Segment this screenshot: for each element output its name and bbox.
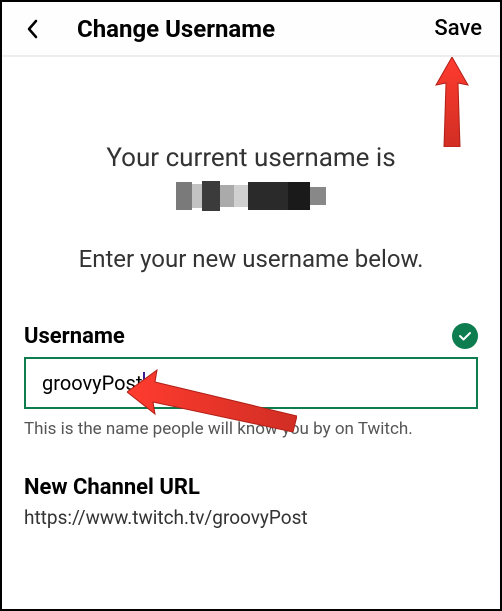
instruction-text: Enter your new username below.	[24, 245, 478, 273]
username-input[interactable]: groovyPost	[24, 357, 478, 409]
back-button[interactable]	[20, 17, 44, 41]
new-url-label: New Channel URL	[24, 475, 478, 500]
content-area: Your current username is Enter your new …	[2, 143, 500, 529]
annotation-arrow-save	[432, 57, 472, 147]
header-bar: Change Username Save	[2, 2, 500, 57]
new-url-value: https://www.twitch.tv/groovyPost	[24, 506, 478, 529]
save-button[interactable]: Save	[434, 16, 482, 41]
username-field-label: Username	[24, 324, 125, 349]
new-url-section: New Channel URL https://www.twitch.tv/gr…	[24, 475, 478, 529]
current-username-redacted	[171, 181, 331, 213]
username-input-value: groovyPost	[42, 371, 142, 395]
current-username-heading: Your current username is	[24, 143, 478, 173]
username-section: Username groovyPost This is the name peo…	[24, 323, 478, 439]
username-hint-text: This is the name people will know you by…	[24, 419, 478, 439]
text-cursor	[143, 372, 145, 394]
page-title: Change Username	[77, 15, 275, 43]
validation-check-icon	[452, 323, 478, 349]
chevron-left-icon	[26, 19, 38, 39]
